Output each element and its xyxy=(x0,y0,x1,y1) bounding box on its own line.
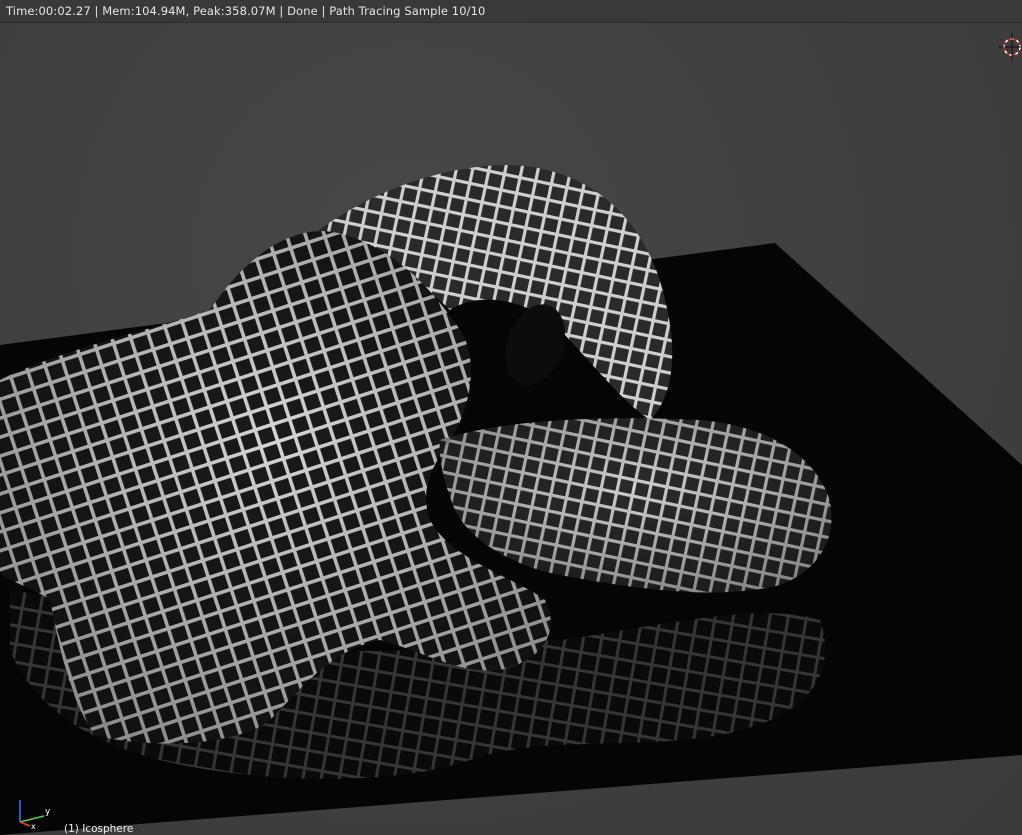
3d-cursor-icon[interactable] xyxy=(994,33,1022,61)
3d-viewport[interactable]: Time:00:02.27 | Mem:104.94M, Peak:358.07… xyxy=(0,0,1022,835)
axis-y-label: y xyxy=(45,807,51,817)
active-object-label: (1) Icosphere xyxy=(64,823,134,835)
render-scene xyxy=(0,165,1022,835)
render-status-text: Time:00:02.27 | Mem:104.94M, Peak:358.07… xyxy=(6,4,486,18)
axis-gizmo-icon: y x xyxy=(19,800,51,830)
render-info-header: Time:00:02.27 | Mem:104.94M, Peak:358.07… xyxy=(0,0,1022,23)
axis-x-label: x xyxy=(31,822,36,830)
